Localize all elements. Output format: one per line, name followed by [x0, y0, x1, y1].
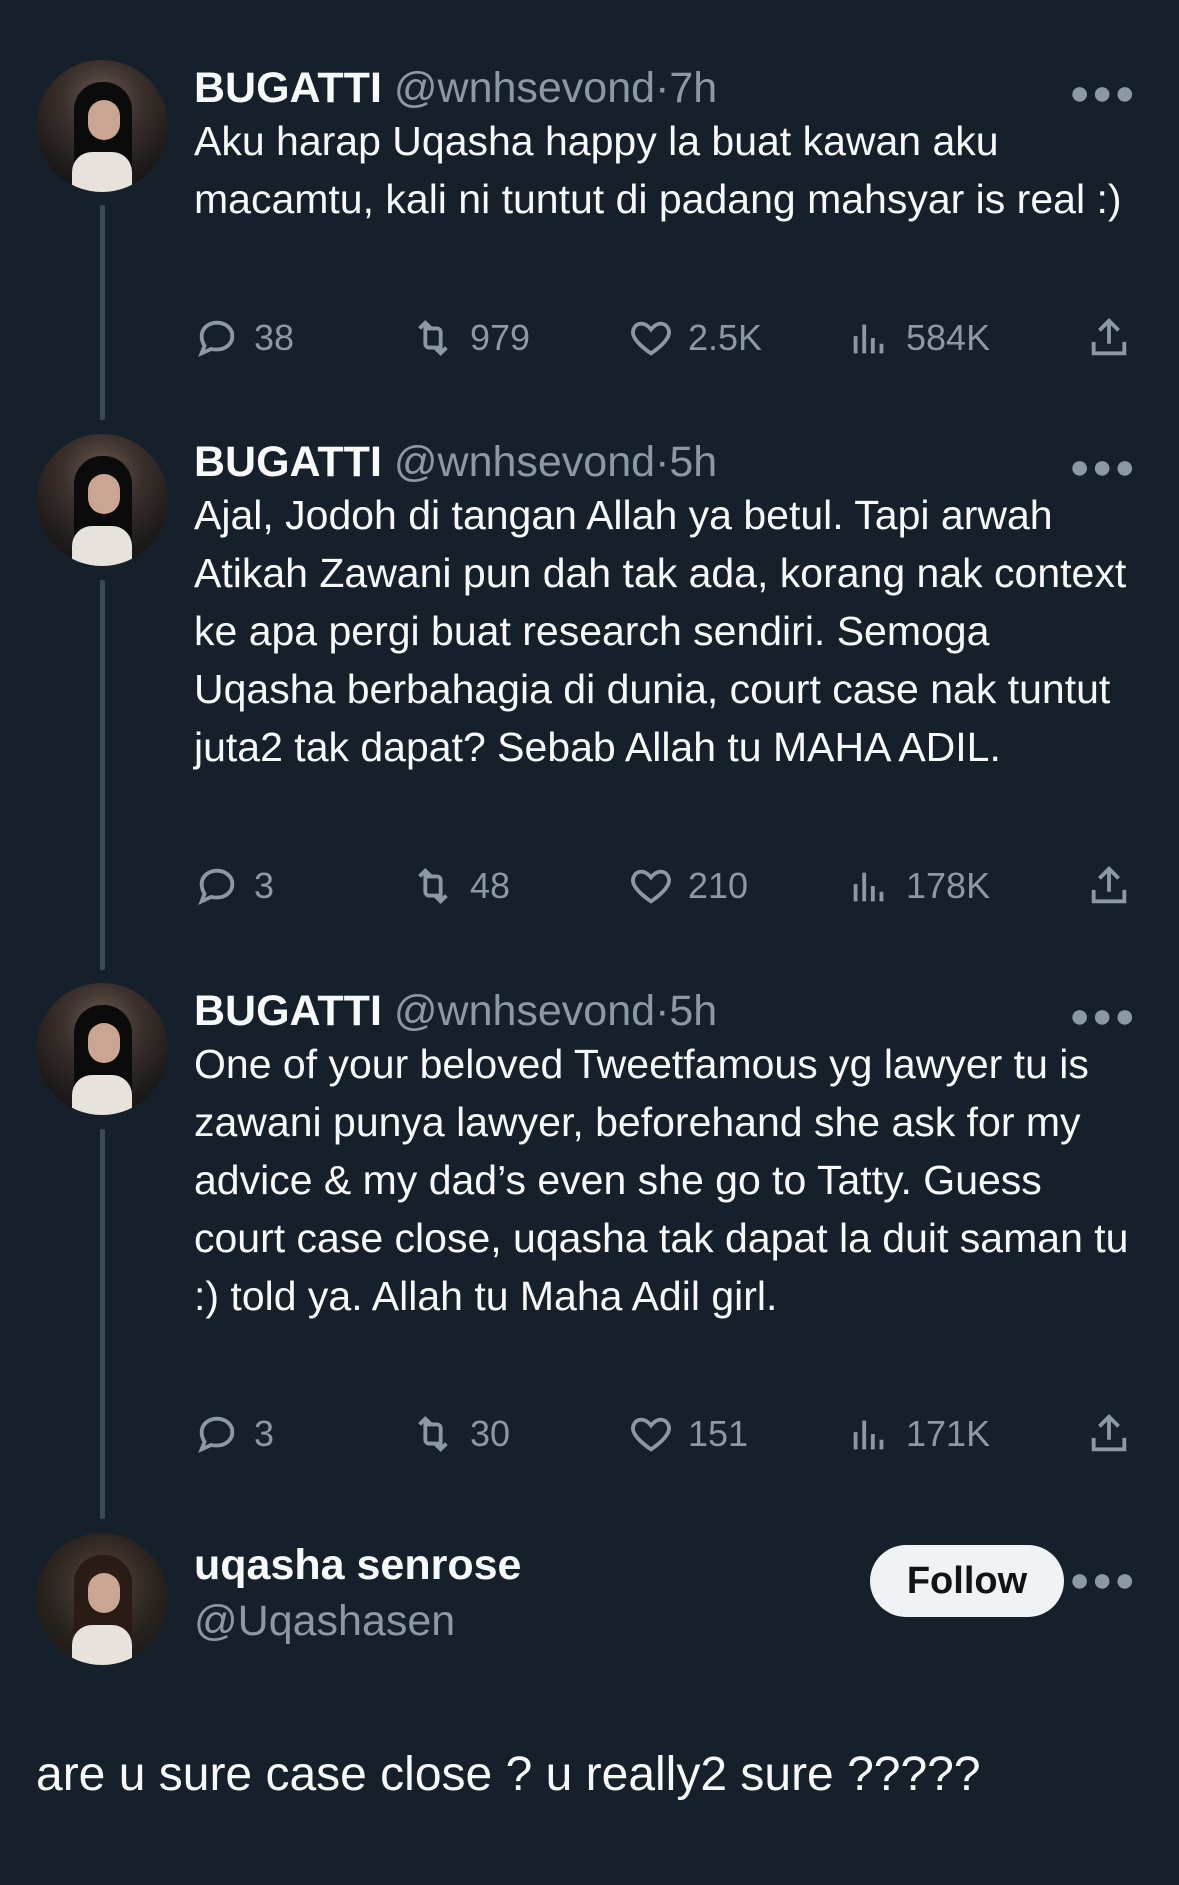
- reply-button[interactable]: 3: [194, 858, 274, 914]
- display-name[interactable]: BUGATTI: [194, 64, 382, 112]
- retweet-button[interactable]: 979: [410, 310, 530, 366]
- reply-button[interactable]: 38: [194, 310, 294, 366]
- display-name[interactable]: BUGATTI: [194, 438, 382, 486]
- retweet-count: 30: [470, 1413, 511, 1454]
- share-icon: [1091, 318, 1127, 356]
- display-name[interactable]: uqasha senrose: [194, 1537, 521, 1593]
- reply-icon: [198, 868, 235, 906]
- like-button[interactable]: 2.5K: [628, 310, 762, 366]
- tweet-actions: 38 979 2.5K 584K: [194, 310, 1144, 366]
- heart-icon: [631, 1417, 671, 1452]
- like-count: 2.5K: [688, 317, 763, 358]
- tweet-text: Aku harap Uqasha happy la buat kawan aku…: [194, 118, 1122, 222]
- tweet-header: BUGATTI @wnhsevond·5h: [194, 983, 717, 1039]
- share-button[interactable]: [1086, 1406, 1146, 1462]
- retweet-icon: [418, 867, 448, 905]
- username[interactable]: @wnhsevond: [394, 987, 655, 1035]
- retweet-icon: [418, 1415, 448, 1453]
- tweet-header: BUGATTI @wnhsevond·5h: [194, 434, 717, 490]
- views-button[interactable]: 171K: [846, 1406, 990, 1462]
- follow-button[interactable]: Follow: [870, 1545, 1064, 1617]
- like-button[interactable]: 151: [628, 1406, 748, 1462]
- heart-icon: [631, 869, 671, 904]
- views-icon: [853, 324, 884, 354]
- more-horizontal-icon[interactable]: ●●●: [1069, 997, 1137, 1036]
- reply-icon: [198, 1416, 235, 1454]
- views-icon: [853, 1420, 884, 1450]
- reply-text: are u sure case close ? u really2 sure ?…: [36, 1748, 981, 1801]
- timestamp[interactable]: 5h: [669, 987, 717, 1035]
- more-horizontal-icon[interactable]: ●●●: [1069, 1561, 1137, 1600]
- thread-line: [100, 580, 105, 970]
- share-button[interactable]: [1086, 858, 1146, 914]
- share-button[interactable]: [1086, 310, 1146, 366]
- retweet-button[interactable]: 30: [410, 1406, 510, 1462]
- heart-icon: [631, 321, 671, 356]
- view-count: 171K: [906, 1413, 991, 1454]
- like-count: 210: [688, 865, 749, 906]
- separator-dot: ·: [655, 987, 670, 1035]
- views-button[interactable]: 178K: [846, 858, 990, 914]
- avatar[interactable]: [36, 1533, 168, 1665]
- share-icon: [1091, 1414, 1127, 1452]
- retweet-count: 48: [470, 865, 511, 906]
- timestamp[interactable]: 5h: [669, 438, 717, 486]
- username[interactable]: @Uqashasen: [194, 1593, 455, 1649]
- tweet-header: BUGATTI @wnhsevond·7h: [194, 60, 717, 116]
- tweet-actions: 3 48 210 178K: [194, 858, 1144, 914]
- username[interactable]: @wnhsevond: [394, 438, 655, 486]
- retweet-button[interactable]: 48: [410, 858, 510, 914]
- more-horizontal-icon[interactable]: ●●●: [1069, 74, 1137, 113]
- thread-line: [100, 205, 105, 420]
- reply-button[interactable]: 3: [194, 1406, 274, 1462]
- reply-count: 38: [254, 317, 295, 358]
- avatar[interactable]: [36, 983, 168, 1115]
- avatar[interactable]: [36, 434, 168, 566]
- reply-icon: [198, 320, 235, 358]
- like-count: 151: [688, 1413, 749, 1454]
- thread-line: [100, 1129, 105, 1519]
- views-button[interactable]: 584K: [846, 310, 990, 366]
- tweet-actions: 3 30 151 171K: [194, 1406, 1144, 1462]
- separator-dot: ·: [655, 64, 670, 112]
- retweet-count: 979: [470, 317, 531, 358]
- username[interactable]: @wnhsevond: [394, 64, 655, 112]
- timestamp[interactable]: 7h: [669, 64, 717, 112]
- like-button[interactable]: 210: [628, 858, 748, 914]
- view-count: 178K: [906, 865, 991, 906]
- avatar[interactable]: [36, 60, 168, 192]
- reply-count: 3: [254, 865, 275, 906]
- more-horizontal-icon[interactable]: ●●●: [1069, 448, 1137, 487]
- view-count: 584K: [906, 317, 991, 358]
- share-icon: [1091, 866, 1127, 904]
- views-icon: [853, 872, 884, 902]
- tweet-text: One of your beloved Tweetfamous yg lawye…: [194, 1041, 1129, 1319]
- retweet-icon: [418, 319, 448, 357]
- separator-dot: ·: [655, 438, 670, 486]
- reply-count: 3: [254, 1413, 275, 1454]
- tweet-text: Ajal, Jodoh di tangan Allah ya betul. Ta…: [194, 492, 1127, 770]
- display-name[interactable]: BUGATTI: [194, 987, 382, 1035]
